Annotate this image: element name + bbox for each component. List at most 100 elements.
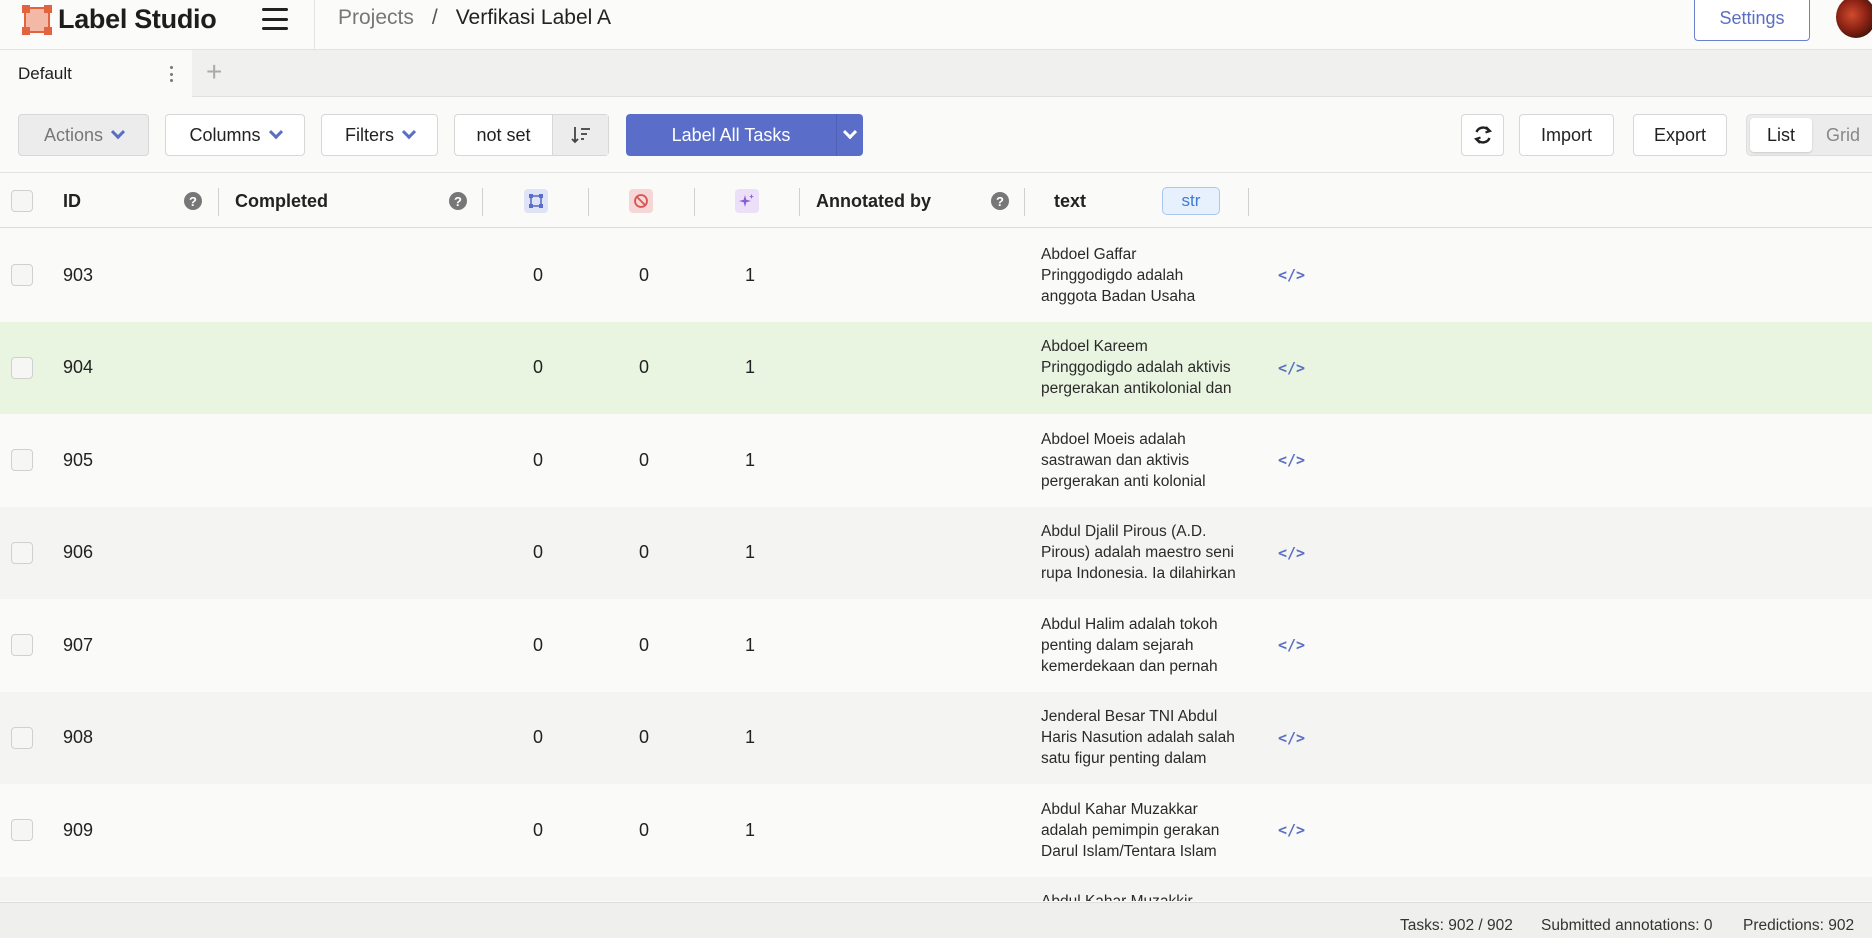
help-icon[interactable]: ? [991,192,1009,210]
grid-view-button[interactable]: Grid [1812,118,1872,152]
label-all-tasks-button[interactable]: Label All Tasks [626,114,863,156]
row-checkbox-cell [11,507,33,599]
predictions-count: 1 [744,449,755,470]
row-checkbox[interactable] [11,541,33,564]
column-header-text[interactable]: text [1054,174,1086,228]
column-completed-help-cell: ? [449,174,467,228]
list-view-button[interactable]: List [1750,118,1812,152]
code-view-icon[interactable]: </> [1278,729,1305,747]
task-text-line: sastrawan dan aktivis [1041,451,1190,469]
task-text-line: Jenderal Besar TNI Abdul [1041,708,1218,725]
actions-label: Actions [43,124,104,145]
row-checkbox-cell [11,414,33,506]
help-icon[interactable]: ? [184,192,202,210]
code-view-icon[interactable]: </> [1278,451,1305,469]
row-checkbox-cell [11,784,33,876]
menu-hamburger-icon[interactable] [262,8,288,30]
task-id: 904 [63,357,94,377]
code-view-icon[interactable]: </> [1278,636,1305,654]
table-header: ID ? Completed ? Annotated by ? text str [0,174,1872,228]
columns-button[interactable]: Columns [165,114,305,156]
table-row[interactable]: 908 0 0 1 Jenderal Besar TNI Abdul Haris… [0,691,1872,784]
label-all-dropdown[interactable] [836,114,863,156]
app-name: Label Studio [58,4,217,34]
view-toggle: List Grid [1746,114,1872,156]
app-logo[interactable]: Label Studio [22,4,217,35]
status-footer: Tasks: 902 / 902 Submitted annotations: … [0,902,1872,938]
row-checkbox[interactable] [11,726,33,749]
task-text-line: Pirous) adalah maestro seni [1041,544,1234,561]
code-view-cell: </> [1278,507,1305,599]
table-row[interactable]: 904 0 0 1 Abdoel Kareem Pringgodigdo ada… [0,321,1872,414]
import-button[interactable]: Import [1519,114,1614,156]
row-checkbox[interactable] [11,449,33,471]
task-text-line: Haris Nasution adalah salah [1041,729,1235,746]
column-header-predictions[interactable] [735,174,759,228]
row-checkbox[interactable] [11,356,33,379]
column-header-completed[interactable]: Completed [235,174,328,228]
column-divider[interactable] [588,188,589,216]
row-checkbox[interactable] [11,819,33,841]
top-navigation-bar: Label Studio Projects / Verfikasi Label … [0,0,1872,50]
settings-button[interactable]: Settings [1694,0,1810,41]
column-divider[interactable] [1024,188,1025,216]
filters-button[interactable]: Filters [321,114,438,156]
table-row[interactable]: Abdul Kahar Muzakkir </> [0,876,1872,902]
task-text-cell: Abdul Kahar Muzakkir [1041,877,1241,902]
code-view-icon[interactable]: </> [1278,266,1305,284]
cancelled-count: 0 [638,634,649,655]
row-checkbox[interactable] [11,264,33,286]
label-studio-logo-icon [22,4,52,35]
code-view-icon[interactable]: </> [1278,544,1305,562]
column-divider[interactable] [694,188,695,216]
submitted-annotations-count: Submitted annotations: 0 [1541,917,1713,934]
table-row[interactable]: 906 0 0 1 Abdul Djalil Pirous (A.D. Piro… [0,506,1872,599]
table-row[interactable]: 907 0 0 1 Abdul Halim adalah tokoh penti… [0,599,1872,691]
breadcrumb-current-project[interactable]: Verfikasi Label A [456,6,611,30]
task-text-cell: Abdul Kahar Muzakkar adalah pemimpin ger… [1041,784,1241,876]
code-view-icon[interactable]: </> [1278,359,1305,377]
export-button[interactable]: Export [1633,114,1727,156]
column-header-cancelled[interactable] [629,174,653,228]
table-row[interactable]: 903 0 0 1 Abdoel Gaffar Pringgodigdo ada… [0,229,1872,321]
sort-field-select[interactable]: not set [455,115,553,155]
refresh-button[interactable] [1461,114,1504,156]
tab-default[interactable]: Default [0,50,192,97]
total-annotations-count [523,877,553,902]
tasks-count: Tasks: 902 / 902 [1400,917,1513,934]
code-view-icon[interactable]: </> [1278,821,1305,839]
column-header-total-annotations[interactable] [524,174,548,228]
select-all-checkbox[interactable] [11,190,33,212]
column-divider[interactable] [799,188,800,216]
total-annotations-count: 0 [532,542,543,562]
divider [314,0,315,50]
user-avatar[interactable] [1836,0,1872,38]
predictions-count: 1 [744,634,755,655]
total-annotations-count: 0 [532,264,543,285]
predictions-count: 1 [744,542,755,562]
total-annotations-count: 0 [532,727,543,747]
column-header-id[interactable]: ID [63,174,81,228]
sort-direction-icon[interactable] [553,115,608,155]
add-tab-button[interactable]: + [206,58,222,86]
column-divider[interactable] [482,188,483,216]
actions-button[interactable]: Actions [18,114,149,156]
column-annotated-help-cell: ? [991,174,1009,228]
column-header-annotated-by[interactable]: Annotated by [816,174,931,228]
task-text-line: pergerakan antikolonial dan [1041,380,1232,397]
cancelled-count: 0 [638,264,649,285]
column-divider[interactable] [1248,188,1249,216]
columns-label: Columns [189,124,261,145]
help-icon[interactable]: ? [449,192,467,210]
task-text-line: Pringgodigdo adalah aktivis [1041,359,1231,376]
code-view-cell: </> [1278,599,1305,691]
breadcrumb-projects-link[interactable]: Projects [338,6,414,30]
task-text-line: Darul Islam/Tentara Islam [1041,842,1217,860]
row-checkbox[interactable] [11,634,33,656]
tab-options-icon[interactable] [168,66,174,82]
breadcrumb-separator: / [431,6,438,29]
chevron-down-icon [110,125,126,140]
table-row[interactable]: 905 0 0 1 Abdoel Moeis adalah sastrawan … [0,414,1872,506]
table-row[interactable]: 909 0 0 1 Abdul Kahar Muzakkar adalah pe… [0,784,1872,876]
column-divider[interactable] [218,188,219,216]
